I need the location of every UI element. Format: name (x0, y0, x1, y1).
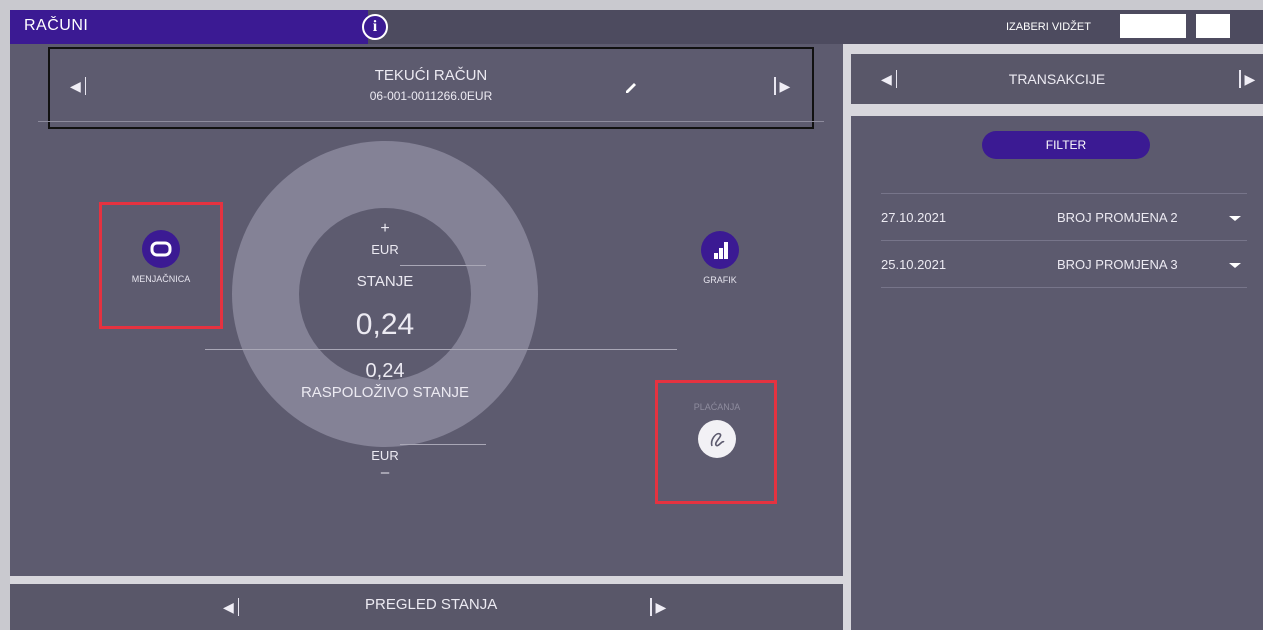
transaction-date: 27.10.2021 (881, 210, 947, 225)
transactions-panel: FILTER 27.10.2021 BROJ PROMJENA 2 25.10.… (851, 116, 1263, 630)
account-name: TEKUĆI RAČUN (374, 67, 488, 84)
prev-overview-arrow-icon[interactable]: ◀ (223, 598, 240, 617)
balance-overview-label: PREGLED STANJA (365, 596, 498, 613)
transactions-list-bottom-line (881, 287, 1247, 288)
info-icon[interactable]: i (362, 14, 388, 40)
bottom-currency-line (400, 444, 486, 445)
transaction-label: BROJ PROMJENA 3 (1057, 257, 1178, 272)
chart-label: GRAFIK (703, 275, 737, 285)
widget-select-field[interactable] (1120, 14, 1186, 38)
top-currency: EUR (371, 242, 399, 257)
bottom-currency: EUR (371, 448, 399, 463)
edit-pencil-icon[interactable] (624, 81, 638, 95)
account-header: ◀ TEKUĆI RAČUN 06-001-0011266.0EUR ▶ (38, 47, 824, 129)
footer-separator (10, 576, 843, 584)
widget-selector-label: IZABERI VIDŽET (1006, 21, 1091, 33)
balance-value: 0,24 (355, 308, 415, 341)
increase-button[interactable]: + (260, 220, 510, 238)
bar-chart-icon (701, 231, 739, 269)
chart-button[interactable]: GRAFIK (670, 231, 770, 285)
available-balance-label: RASPOLOŽIVO STANJE (300, 384, 470, 401)
transactions-title: TRANSAKCIJE (1008, 71, 1106, 87)
transaction-date: 25.10.2021 (881, 257, 947, 272)
next-widget-arrow-icon[interactable]: ▶ (1239, 70, 1255, 89)
next-account-arrow-icon[interactable]: ▶ (774, 77, 790, 96)
app-title: RAČUNI (24, 17, 89, 34)
panel-separator (843, 44, 851, 630)
payments-button[interactable]: PLAĆANJA (667, 402, 767, 458)
transactions-header: ◀ TRANSAKCIJE ▶ (851, 54, 1263, 104)
right-mid-separator (851, 104, 1263, 116)
expand-caret-icon[interactable] (1229, 216, 1241, 221)
top-bar: RAČUNI i IZABERI VIDŽET (10, 10, 1263, 44)
exchange-label: MENJAČNICA (131, 274, 191, 284)
expand-caret-icon[interactable] (1229, 263, 1241, 268)
account-number: 06-001-0011266.0EUR (369, 89, 493, 103)
right-top-separator (851, 44, 1263, 54)
transaction-row[interactable]: 27.10.2021 BROJ PROMJENA 2 (881, 193, 1247, 241)
available-balance-value: 0,24 (365, 360, 405, 382)
balance-divider (205, 349, 677, 350)
header-divider (38, 121, 824, 122)
decrease-button[interactable]: – (260, 464, 510, 481)
exchange-button[interactable]: MENJAČNICA (111, 230, 211, 284)
app-window: RAČUNI i IZABERI VIDŽET ◀ TEKUĆI RAČUN 0… (10, 10, 1263, 630)
widget-select-button[interactable] (1196, 14, 1230, 38)
payments-label: PLAĆANJA (693, 402, 741, 412)
transaction-row[interactable]: 25.10.2021 BROJ PROMJENA 3 (881, 240, 1247, 288)
transaction-label: BROJ PROMJENA 2 (1057, 210, 1178, 225)
title-tab: RAČUNI (10, 10, 368, 44)
signature-icon (698, 420, 736, 458)
next-overview-arrow-icon[interactable]: ▶ (650, 598, 666, 617)
footer-bar: ◀ PREGLED STANJA ▶ (10, 584, 843, 630)
balance-label: STANJE (356, 273, 414, 290)
exchange-icon (142, 230, 180, 268)
filter-button[interactable]: FILTER (982, 131, 1150, 159)
top-currency-line (400, 265, 486, 266)
